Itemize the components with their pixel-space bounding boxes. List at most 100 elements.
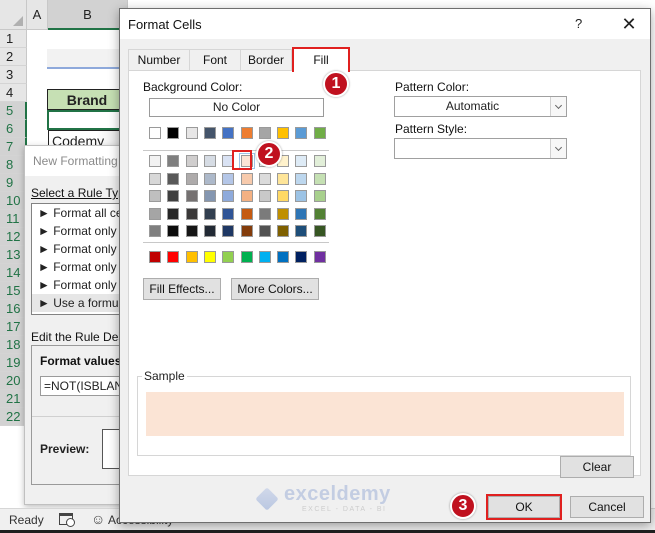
tint-color-swatch[interactable] [186, 172, 198, 185]
tint-color-swatch[interactable] [222, 225, 234, 237]
dialog-titlebar[interactable]: Format Cells ? ✕ [120, 9, 650, 39]
row-header-12[interactable]: 12 [0, 228, 27, 246]
theme-color-swatch[interactable] [222, 127, 234, 139]
tab-font[interactable]: Font [189, 49, 241, 71]
column-header-a[interactable]: A [27, 0, 48, 30]
tint-color-swatch[interactable] [295, 190, 307, 202]
theme-color-swatch[interactable] [167, 127, 179, 139]
fill-effects-button[interactable]: Fill Effects... [143, 278, 221, 300]
standard-color-swatch[interactable] [314, 251, 326, 263]
tint-color-swatch[interactable] [186, 155, 198, 167]
chevron-down-icon[interactable] [550, 139, 566, 158]
clear-button[interactable]: Clear [560, 456, 634, 478]
title-cell[interactable] [47, 49, 127, 69]
theme-color-swatch[interactable] [149, 127, 161, 139]
tint-color-swatch[interactable] [314, 172, 326, 185]
cancel-button[interactable]: Cancel [570, 496, 644, 518]
standard-color-swatch[interactable] [222, 251, 234, 263]
row-header-2[interactable]: 2 [0, 48, 27, 66]
tint-color-swatch[interactable] [167, 225, 179, 237]
row-header-16[interactable]: 16 [0, 300, 27, 318]
select-all-corner[interactable] [0, 0, 27, 30]
tint-color-swatch[interactable] [314, 207, 326, 220]
row-header-7[interactable]: 7 [0, 138, 27, 156]
standard-color-swatch[interactable] [295, 251, 307, 263]
tint-color-swatch[interactable] [241, 225, 253, 237]
tint-color-swatch[interactable] [149, 225, 161, 237]
row-header-21[interactable]: 21 [0, 390, 27, 408]
tint-color-swatch[interactable] [149, 190, 161, 202]
row-header-15[interactable]: 15 [0, 282, 27, 300]
theme-color-swatch[interactable] [241, 127, 253, 139]
tint-color-swatch[interactable] [167, 190, 179, 202]
row-header-18[interactable]: 18 [0, 336, 27, 354]
row-header-4[interactable]: 4 [0, 84, 27, 102]
selected-range[interactable] [47, 110, 127, 130]
tint-color-swatch[interactable] [149, 207, 161, 220]
theme-color-swatch[interactable] [277, 127, 289, 139]
tab-number[interactable]: Number [128, 49, 190, 71]
theme-color-swatch[interactable] [204, 127, 216, 139]
standard-color-swatch[interactable] [277, 251, 289, 263]
tint-color-swatch[interactable] [314, 225, 326, 237]
tint-color-swatch[interactable] [186, 190, 198, 202]
tint-color-swatch[interactable] [204, 225, 216, 237]
tint-color-swatch[interactable] [277, 172, 289, 185]
standard-color-swatch[interactable] [259, 251, 271, 263]
tint-color-swatch[interactable] [167, 207, 179, 220]
tint-color-swatch[interactable] [314, 190, 326, 202]
row-header-1[interactable]: 1 [0, 30, 27, 48]
tab-border[interactable]: Border [240, 49, 292, 71]
tint-color-swatch[interactable] [295, 172, 307, 185]
row-header-6[interactable]: 6 [0, 120, 27, 138]
more-colors-button[interactable]: More Colors... [231, 278, 319, 300]
tint-color-swatch[interactable] [204, 190, 216, 202]
tint-color-swatch[interactable] [241, 207, 253, 220]
tint-color-swatch[interactable] [186, 225, 198, 237]
macro-recording-icon[interactable] [59, 513, 75, 527]
tint-color-swatch[interactable] [204, 207, 216, 220]
tint-color-swatch[interactable] [222, 207, 234, 220]
help-button[interactable]: ? [575, 16, 582, 31]
pattern-style-dropdown[interactable] [394, 138, 567, 159]
tab-fill[interactable]: Fill [292, 47, 350, 72]
tint-color-swatch[interactable] [167, 172, 179, 185]
header-cell-brand[interactable]: Brand [47, 89, 127, 110]
tint-color-swatch[interactable] [222, 172, 234, 185]
tint-color-swatch[interactable] [241, 172, 253, 185]
row-header-13[interactable]: 13 [0, 246, 27, 264]
tint-color-swatch[interactable] [295, 155, 307, 167]
row-header-3[interactable]: 3 [0, 66, 27, 84]
row-header-17[interactable]: 17 [0, 318, 27, 336]
tint-color-swatch[interactable] [167, 155, 179, 167]
column-header-b[interactable]: B [48, 0, 128, 30]
theme-color-swatch[interactable] [259, 127, 271, 139]
tint-color-swatch[interactable] [295, 207, 307, 220]
tint-color-swatch[interactable] [259, 207, 271, 220]
row-header-8[interactable]: 8 [0, 156, 27, 174]
close-icon[interactable]: ✕ [617, 12, 641, 36]
tint-color-swatch[interactable] [259, 225, 271, 237]
tint-color-swatch[interactable] [149, 172, 161, 185]
tint-color-swatch[interactable] [277, 225, 289, 237]
row-header-11[interactable]: 11 [0, 210, 27, 228]
row-header-5[interactable]: 5 [0, 102, 27, 120]
row-header-20[interactable]: 20 [0, 372, 27, 390]
tint-color-swatch[interactable] [277, 207, 289, 220]
tint-color-swatch[interactable] [222, 190, 234, 202]
tint-color-swatch[interactable] [204, 172, 216, 185]
row-header-9[interactable]: 9 [0, 174, 27, 192]
standard-color-swatch[interactable] [149, 251, 161, 263]
tint-color-swatch[interactable] [186, 207, 198, 220]
theme-color-swatch[interactable] [314, 127, 326, 139]
row-header-22[interactable]: 22 [0, 408, 27, 426]
standard-color-swatch[interactable] [167, 251, 179, 263]
tint-color-swatch[interactable] [259, 172, 271, 185]
tint-color-swatch[interactable] [314, 155, 326, 167]
accessibility-icon[interactable]: ☺ [91, 511, 105, 527]
row-header-19[interactable]: 19 [0, 354, 27, 372]
theme-color-swatch[interactable] [295, 127, 307, 139]
row-header-10[interactable]: 10 [0, 192, 27, 210]
tint-color-swatch[interactable] [241, 190, 253, 202]
standard-color-swatch[interactable] [204, 251, 216, 263]
